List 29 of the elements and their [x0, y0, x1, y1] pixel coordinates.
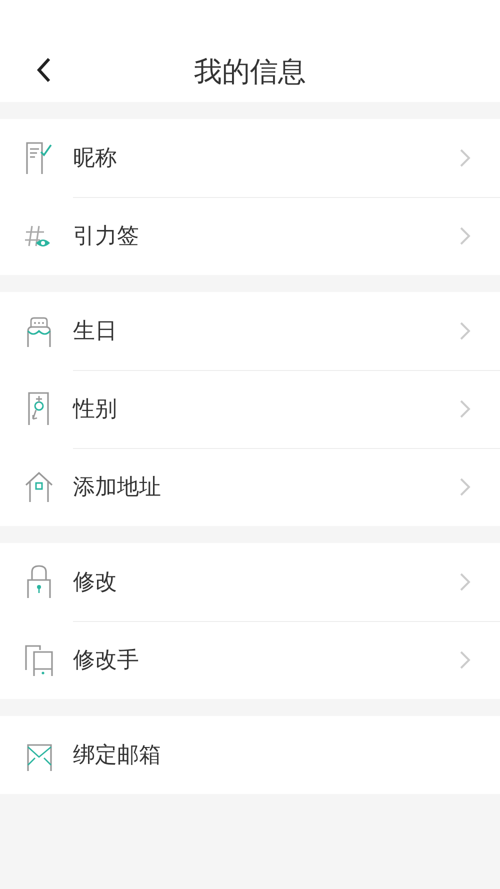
- back-icon[interactable]: [36, 57, 52, 83]
- document-check-icon: [24, 140, 54, 176]
- menu-label: 修改手: [73, 647, 140, 675]
- menu-item[interactable]: 引力签: [0, 197, 500, 275]
- chevron-icon: [459, 650, 471, 670]
- lock-icon: [24, 564, 54, 600]
- chevron-icon: [459, 226, 471, 246]
- chevron-icon: [459, 572, 471, 592]
- menu-label: 性别: [73, 396, 118, 424]
- chevron-icon: [459, 477, 471, 497]
- menu-item[interactable]: 绑定邮箱: [0, 716, 500, 794]
- menu-label: 引力签: [73, 223, 140, 251]
- menu-item[interactable]: 修改: [0, 543, 500, 621]
- menu-item[interactable]: 昵称: [0, 119, 500, 197]
- menu-item[interactable]: 修改手: [0, 621, 500, 699]
- page-title: 我的信息: [194, 54, 306, 90]
- chevron-icon: [459, 399, 471, 419]
- phones-icon: [24, 642, 54, 678]
- menu-label: 修改: [73, 569, 118, 597]
- house-icon: [24, 469, 54, 505]
- menu-item[interactable]: 添加地址: [0, 448, 500, 526]
- menu-label: 绑定邮箱: [73, 742, 162, 770]
- menu-item[interactable]: 生日: [0, 292, 500, 370]
- chevron-icon: [459, 148, 471, 168]
- menu-item[interactable]: 性别: [0, 370, 500, 448]
- menu-label: 添加地址: [73, 474, 162, 502]
- menu-label: 昵称: [73, 145, 118, 173]
- menu-label: 生日: [73, 318, 118, 346]
- chevron-icon: [459, 321, 471, 341]
